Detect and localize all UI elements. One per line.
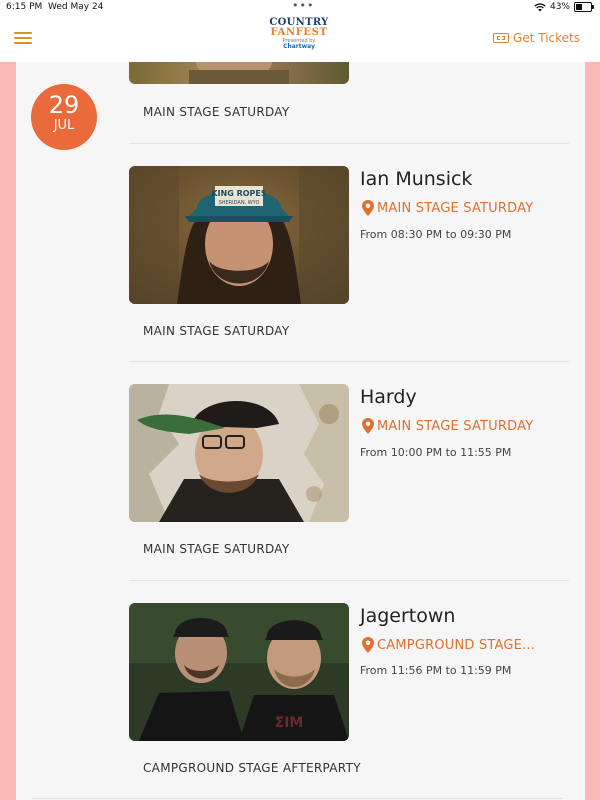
date-badge: 29 JUL bbox=[31, 84, 97, 150]
stage-label: CAMPGROUND STAGE AFTERPARTY bbox=[143, 761, 361, 775]
multitask-dots[interactable]: ••• bbox=[292, 0, 314, 12]
hamburger-icon[interactable] bbox=[14, 32, 32, 46]
divider bbox=[32, 798, 562, 799]
performance-time: From 08:30 PM to 09:30 PM bbox=[360, 228, 512, 241]
country-fanfest-logo[interactable]: COUNTRY FANFEST Presented by Chartway bbox=[266, 18, 332, 50]
date-day: 29 bbox=[48, 91, 80, 119]
stage-label: MAIN STAGE SATURDAY bbox=[143, 324, 290, 338]
venue-link[interactable]: MAIN STAGE SATURDAY bbox=[362, 200, 533, 216]
performer-photo-hardy[interactable] bbox=[129, 384, 349, 522]
stage-label: MAIN STAGE SATURDAY bbox=[143, 542, 290, 556]
svg-text:KING ROPES: KING ROPES bbox=[211, 189, 267, 198]
venue-label: CAMPGROUND STAGE... bbox=[377, 637, 536, 653]
location-pin-icon bbox=[362, 200, 374, 216]
location-pin-icon bbox=[362, 418, 374, 434]
battery-percent: 43% bbox=[549, 2, 570, 12]
stage-label: MAIN STAGE SATURDAY bbox=[143, 105, 290, 119]
venue-label: MAIN STAGE SATURDAY bbox=[377, 200, 534, 216]
divider bbox=[129, 361, 569, 362]
venue-label: MAIN STAGE SATURDAY bbox=[377, 418, 534, 434]
divider bbox=[129, 143, 569, 144]
performer-photo-jagertown[interactable]: ΣΙΜ bbox=[129, 603, 349, 741]
date-month: JUL bbox=[53, 118, 75, 133]
venue-link[interactable]: CAMPGROUND STAGE... bbox=[362, 637, 535, 653]
battery-icon bbox=[574, 2, 594, 12]
performer-name[interactable]: Hardy bbox=[360, 386, 417, 408]
left-decor-band bbox=[0, 62, 16, 800]
ticket-icon bbox=[493, 33, 510, 43]
venue-link[interactable]: MAIN STAGE SATURDAY bbox=[362, 418, 533, 434]
performance-time: From 10:00 PM to 11:55 PM bbox=[360, 446, 512, 459]
performer-photo-previous[interactable] bbox=[129, 62, 349, 84]
status-time: 6:15 PM Wed May 24 bbox=[6, 2, 104, 12]
divider bbox=[129, 580, 569, 581]
get-tickets-label: Get Tickets bbox=[513, 31, 580, 45]
performer-name[interactable]: Jagertown bbox=[360, 605, 455, 627]
get-tickets-button[interactable]: Get Tickets bbox=[493, 31, 580, 45]
schedule-list[interactable]: 29 JUL MAIN STAGE SATURDAY KING ROPES SH… bbox=[16, 62, 585, 800]
performer-photo-ian-munsick[interactable]: KING ROPES SHERIDAN, WYO bbox=[129, 166, 349, 304]
status-right: 43% bbox=[534, 2, 594, 12]
app-header: COUNTRY FANFEST Presented by Chartway Ge… bbox=[0, 16, 600, 62]
location-pin-icon bbox=[362, 637, 374, 653]
performer-name[interactable]: Ian Munsick bbox=[360, 168, 472, 190]
svg-text:SHERIDAN, WYO: SHERIDAN, WYO bbox=[219, 200, 260, 206]
performance-time: From 11:56 PM to 11:59 PM bbox=[360, 664, 512, 677]
status-bar: 6:15 PM Wed May 24 ••• 43% bbox=[0, 0, 600, 16]
svg-text:ΣΙΜ: ΣΙΜ bbox=[275, 715, 304, 731]
wifi-icon bbox=[534, 2, 546, 11]
right-decor-band bbox=[585, 62, 600, 800]
